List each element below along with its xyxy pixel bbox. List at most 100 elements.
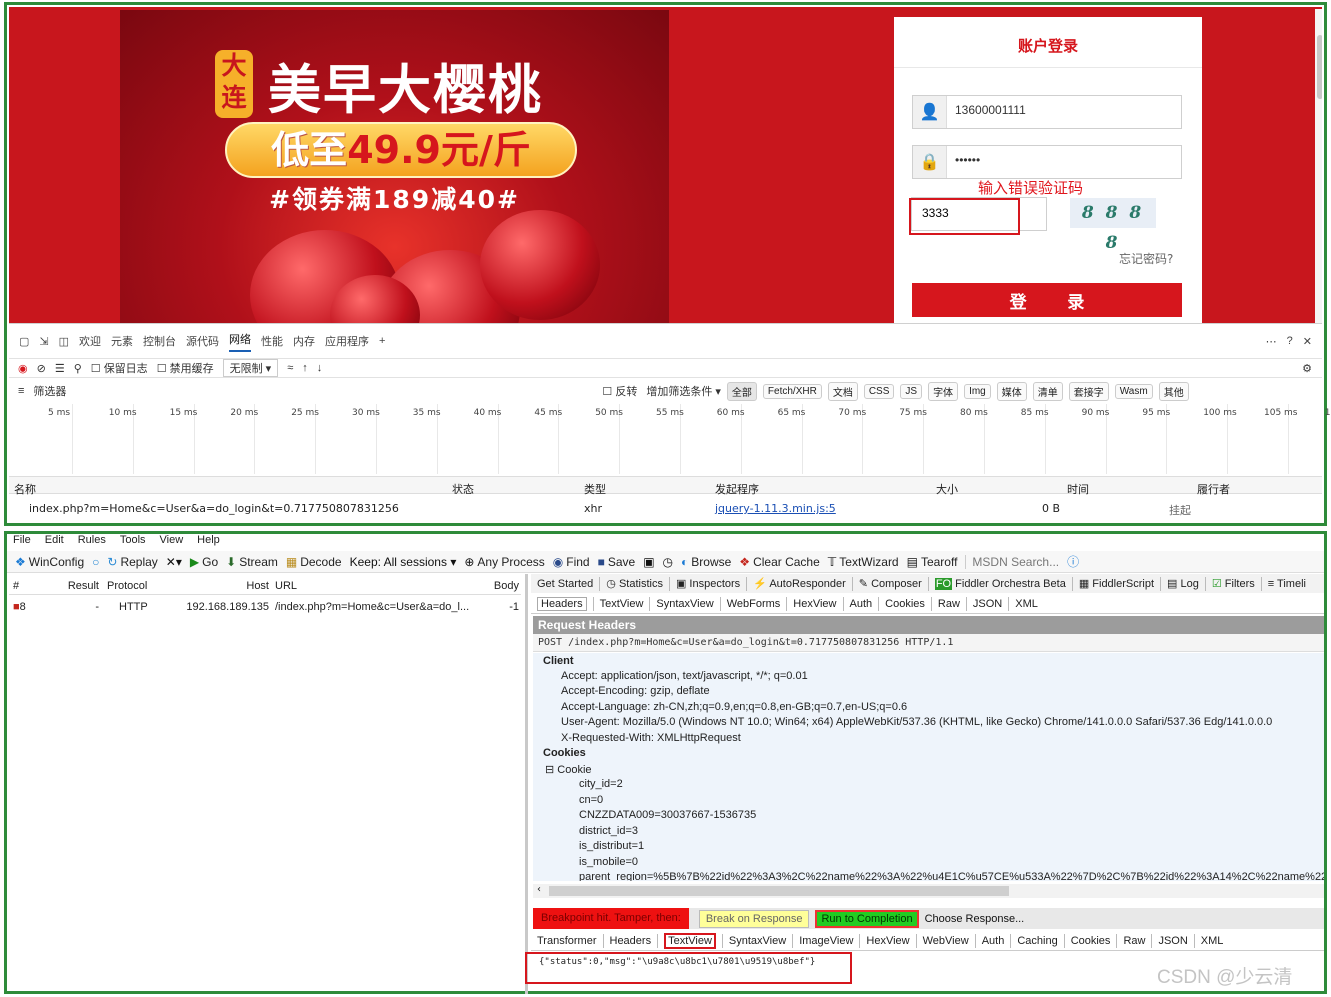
req-tab-headers[interactable]: Headers xyxy=(537,596,587,611)
remove-icon[interactable]: ✕▾ xyxy=(166,555,182,569)
resp-tab-auth[interactable]: Auth xyxy=(982,935,1005,947)
resp-tab-cookies[interactable]: Cookies xyxy=(1071,935,1111,947)
col-protocol[interactable]: Protocol xyxy=(99,580,169,592)
tab-composer[interactable]: ✎ Composer xyxy=(859,577,922,590)
invert-checkbox[interactable]: ☐ 反转 xyxy=(602,383,637,399)
menu-edit[interactable]: Edit xyxy=(45,534,64,546)
tab-console[interactable]: 控制台 xyxy=(143,333,176,349)
clear-icon[interactable]: ⊘ xyxy=(37,362,46,375)
resp-tab-syntaxview[interactable]: SyntaxView xyxy=(729,935,786,947)
col-time[interactable]: 时间 xyxy=(1067,481,1089,497)
any-process-button[interactable]: Any Process xyxy=(477,555,544,569)
tab-filters[interactable]: ☑ Filters xyxy=(1212,577,1255,590)
tab-orchestra[interactable]: FO Fiddler Orchestra Beta xyxy=(934,577,1066,590)
record-icon[interactable]: ◉ xyxy=(18,362,28,375)
filter-input[interactable]: 筛选器 xyxy=(33,383,593,399)
choose-response-dropdown[interactable]: Choose Response... xyxy=(925,913,1025,925)
col-size[interactable]: 大小 xyxy=(936,481,958,497)
tab-welcome[interactable]: 欢迎 xyxy=(79,333,101,349)
filter-chip-js[interactable]: JS xyxy=(900,383,923,399)
req-tab-textview[interactable]: TextView xyxy=(600,598,644,610)
add-tab-icon[interactable]: + xyxy=(379,335,385,347)
tab-statistics[interactable]: ◷ Statistics xyxy=(606,577,663,590)
menu-tools[interactable]: Tools xyxy=(120,534,146,546)
go-button[interactable]: Go xyxy=(202,555,218,569)
resp-tab-imageview[interactable]: ImageView xyxy=(799,935,853,947)
menu-help[interactable]: Help xyxy=(197,534,220,546)
page-scrollbar[interactable] xyxy=(1315,9,1322,323)
response-body-text[interactable]: {"status":0,"msg":"\u9a8c\u8bc1\u7801\u9… xyxy=(539,957,815,967)
col-host[interactable]: Host xyxy=(169,580,269,592)
tab-application[interactable]: 应用程序 xyxy=(325,333,369,349)
find-button[interactable]: Find xyxy=(566,555,589,569)
browse-button[interactable]: Browse xyxy=(691,555,731,569)
req-tab-hexview[interactable]: HexView xyxy=(793,598,836,610)
filter-chip-wasm[interactable]: Wasm xyxy=(1114,383,1153,399)
tab-autoresponder[interactable]: ⚡ AutoResponder xyxy=(753,577,846,590)
resp-tab-caching[interactable]: Caching xyxy=(1017,935,1057,947)
login-button[interactable]: 登 录 xyxy=(912,283,1182,317)
inspect-icon[interactable]: ⇲ xyxy=(39,335,48,348)
cookie-node[interactable]: ⊟ Cookie xyxy=(545,763,592,776)
col-url[interactable]: URL xyxy=(269,580,479,592)
upload-icon[interactable]: ↑ xyxy=(302,362,308,374)
req-tab-json[interactable]: JSON xyxy=(973,598,1002,610)
col-type[interactable]: 类型 xyxy=(584,481,606,497)
resp-tab-json[interactable]: JSON xyxy=(1158,935,1187,947)
comment-icon[interactable]: ○ xyxy=(92,555,99,569)
scroll-left-icon[interactable]: ‹ xyxy=(537,884,541,895)
search-icon[interactable]: ⚲ xyxy=(74,362,82,375)
captcha-image[interactable]: 8 8 8 8 xyxy=(1070,198,1156,253)
req-tab-xml[interactable]: XML xyxy=(1015,598,1038,610)
stream-button[interactable]: Stream xyxy=(239,555,278,569)
resp-tab-xml[interactable]: XML xyxy=(1201,935,1224,947)
req-tab-syntaxview[interactable]: SyntaxView xyxy=(656,598,713,610)
tab-memory[interactable]: 内存 xyxy=(293,333,315,349)
tab-fiddlerscript[interactable]: ▦ FiddlerScript xyxy=(1079,577,1154,590)
help-icon[interactable]: ? xyxy=(1287,335,1293,347)
filter-chip-all[interactable]: 全部 xyxy=(726,381,757,401)
resp-tab-transformer[interactable]: Transformer xyxy=(537,935,597,947)
settings-gear-icon[interactable]: ⚙ xyxy=(1302,362,1312,375)
username-input[interactable] xyxy=(955,103,1175,117)
req-tab-cookies[interactable]: Cookies xyxy=(885,598,925,610)
close-icon[interactable]: ✕ xyxy=(1303,335,1312,348)
resp-tab-raw[interactable]: Raw xyxy=(1123,935,1145,947)
filter-chip-img[interactable]: Img xyxy=(964,383,991,399)
col-body[interactable]: Body xyxy=(479,580,519,592)
menu-rules[interactable]: Rules xyxy=(78,534,106,546)
pane-splitter[interactable] xyxy=(525,574,528,994)
filter-chip-media[interactable]: 媒体 xyxy=(996,381,1027,401)
req-tab-webforms[interactable]: WebForms xyxy=(727,598,781,610)
horizontal-scrollbar[interactable]: ‹ xyxy=(533,884,1324,898)
col-result[interactable]: Result xyxy=(49,580,99,592)
menu-file[interactable]: File xyxy=(13,534,31,546)
disable-cache-checkbox[interactable]: ☐ 禁用缓存 xyxy=(157,360,214,376)
password-field[interactable]: 🔒 xyxy=(912,145,1182,179)
menu-view[interactable]: View xyxy=(160,534,184,546)
resp-tab-headers[interactable]: Headers xyxy=(610,935,652,947)
promo-banner[interactable]: 大连 美早大樱桃 低至49.9元/斤 #领券满189减40# xyxy=(120,10,669,323)
col-status[interactable]: 状态 xyxy=(452,481,474,497)
filter-chip-other[interactable]: 其他 xyxy=(1158,381,1189,401)
request-initiator-link[interactable]: jquery-1.11.3.min.js:5 xyxy=(715,502,836,515)
filter-chip-socket[interactable]: 套接字 xyxy=(1068,381,1109,401)
decode-button[interactable]: Decode xyxy=(300,555,341,569)
tab-network[interactable]: 网络 xyxy=(229,331,252,352)
timer-icon[interactable]: ◷ xyxy=(663,555,673,569)
download-icon[interactable]: ↓ xyxy=(317,362,323,374)
tab-log[interactable]: ▤ Log xyxy=(1167,577,1199,590)
password-input[interactable] xyxy=(955,153,1175,167)
resp-tab-hexview[interactable]: HexView xyxy=(866,935,909,947)
tab-inspectors[interactable]: ▣ Inspectors xyxy=(676,577,740,590)
filter-toggle-icon[interactable]: ☰ xyxy=(55,362,65,375)
filter-chip-font[interactable]: 字体 xyxy=(928,381,959,401)
more-icon[interactable]: ⋯ xyxy=(1266,335,1277,348)
tab-get-started[interactable]: Get Started xyxy=(537,578,593,590)
msdn-search-input[interactable]: MSDN Search... xyxy=(965,554,1059,569)
filter-chip-fetch[interactable]: Fetch/XHR xyxy=(762,383,822,399)
col-id[interactable]: # xyxy=(9,580,49,592)
screenshot-icon[interactable]: ▣ xyxy=(643,555,654,569)
col-initiator[interactable]: 发起程序 xyxy=(715,481,759,497)
tab-performance[interactable]: 性能 xyxy=(261,333,283,349)
